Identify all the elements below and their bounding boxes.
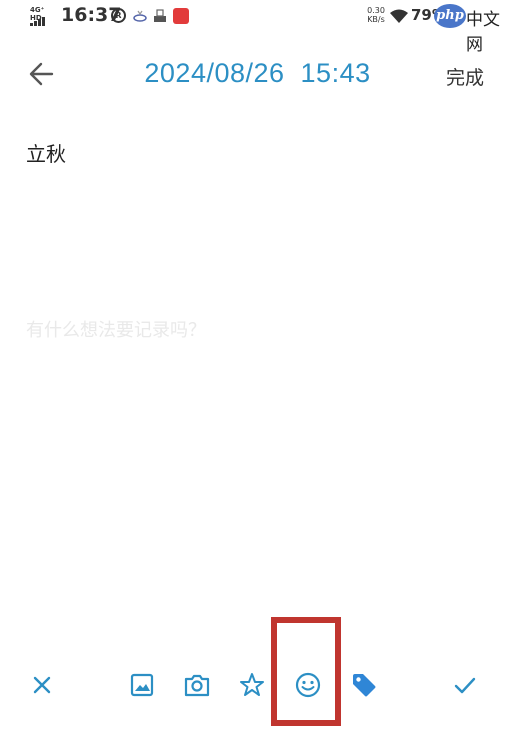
note-datetime[interactable]: 2024/08/26 15:43	[0, 58, 515, 89]
annotation-highlight-box	[271, 617, 341, 726]
camera-icon	[184, 674, 210, 697]
watermark-logo: php	[434, 4, 466, 28]
notification-app-icon	[173, 8, 189, 24]
check-icon	[454, 677, 476, 694]
status-bar: 4G⁺ HD 16:37 R 0.30 KB/s 79% php 中文网	[0, 0, 515, 55]
close-button[interactable]	[27, 670, 57, 700]
tag-button[interactable]	[349, 670, 379, 700]
done-button[interactable]: 完成	[446, 63, 484, 90]
image-icon	[130, 673, 154, 697]
net-speed: 0.30 KB/s	[367, 6, 385, 24]
favorite-button[interactable]	[237, 670, 267, 700]
app-r-icon: R	[111, 8, 126, 23]
close-icon	[33, 676, 51, 694]
tag-icon	[353, 674, 376, 697]
note-title[interactable]: 立秋	[26, 138, 66, 167]
camera-button[interactable]	[182, 670, 212, 700]
wifi-icon	[390, 9, 408, 23]
notification-app-icon	[154, 9, 166, 22]
bottom-toolbar	[0, 660, 515, 710]
note-time: 15:43	[300, 58, 371, 88]
notification-app-icon	[133, 10, 147, 22]
insert-image-button[interactable]	[127, 670, 157, 700]
confirm-button[interactable]	[450, 670, 480, 700]
star-icon	[240, 673, 264, 696]
note-date: 2024/08/26	[144, 58, 285, 88]
watermark-text: 中文网	[466, 10, 500, 55]
watermark: php 中文网	[434, 4, 514, 55]
signal-icon: 4G⁺ HD	[30, 6, 56, 26]
note-body-input[interactable]: 有什么想法要记录吗？	[26, 316, 206, 342]
header: 2024/08/26 15:43 完成	[0, 50, 515, 100]
